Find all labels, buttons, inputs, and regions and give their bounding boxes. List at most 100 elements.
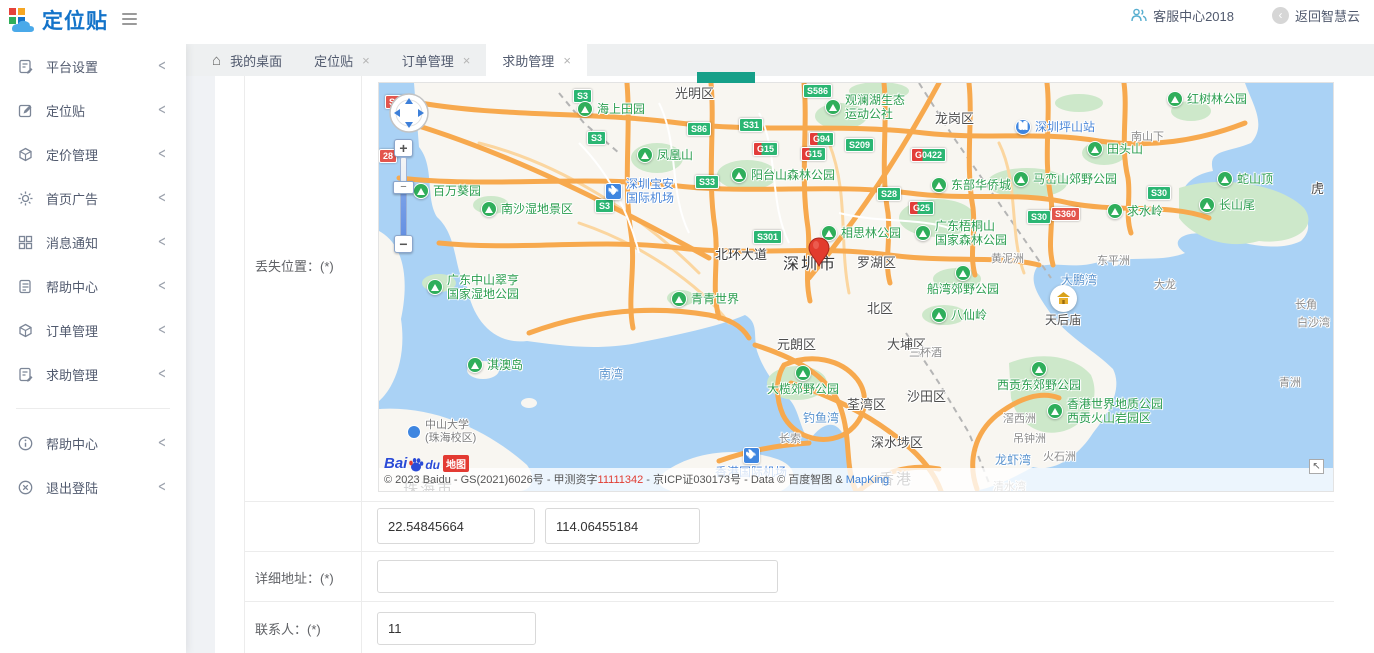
box-icon — [18, 323, 33, 338]
poi-label: 马峦山郊野公园 — [1033, 172, 1117, 186]
poi-label: 淇澳岛 — [487, 358, 523, 372]
map-poi: 八仙岭 — [931, 307, 987, 323]
sidebar-footer-item-1[interactable]: 退出登陆< — [0, 465, 186, 509]
zoom-in-button[interactable]: + — [394, 139, 413, 157]
map-label: 东平洲 — [1097, 255, 1130, 268]
box-icon — [18, 147, 33, 162]
sidebar-item-0[interactable]: 平台设置< — [0, 44, 186, 88]
sidebar-item-label: 帮助中心 — [46, 277, 98, 296]
app-title: 定位贴 — [42, 5, 108, 35]
map-poi: 青青世界 — [671, 291, 739, 307]
road-shield: S30 — [1027, 210, 1051, 224]
road-shield: S33 — [695, 175, 719, 189]
map-label: 滘西洲 — [1003, 413, 1036, 426]
map-poi: 蛇山顶 — [1217, 171, 1273, 187]
contact-input[interactable] — [377, 612, 536, 645]
map-metro-station: M深圳坪山站 — [1015, 119, 1095, 135]
poi-label: 相思林公园 — [841, 226, 901, 240]
park-pin-icon — [427, 279, 443, 295]
sidebar-item-4[interactable]: 消息通知< — [0, 220, 186, 264]
poi-label: 广东中山翠亨国家湿地公园 — [447, 273, 519, 302]
road-shield: S86 — [687, 122, 711, 136]
tab-3[interactable]: 求助管理× — [486, 44, 587, 76]
latitude-input[interactable] — [377, 508, 535, 544]
park-pin-icon — [955, 265, 971, 281]
sidebar-item-label: 定位贴 — [46, 101, 85, 120]
pan-to-origin-button[interactable]: ↖ — [1309, 459, 1324, 474]
sidebar-item-label: 定价管理 — [46, 145, 98, 164]
sidebar-item-6[interactable]: 订单管理< — [0, 308, 186, 352]
map-label: 白沙湾 — [1297, 317, 1330, 330]
station-label: 深圳坪山站 — [1035, 120, 1095, 134]
road-shield: S209 — [845, 138, 874, 152]
back-to-cloud[interactable]: ‹ 返回智慧云 — [1272, 6, 1360, 25]
baidu-logo: Bai du 地图 — [384, 455, 469, 472]
chevron-left-icon: < — [159, 365, 166, 383]
map-label: 北环大道 — [715, 247, 767, 263]
poi-label: 红树林公园 — [1187, 92, 1247, 106]
address-input[interactable] — [377, 560, 778, 593]
sidebar-item-7[interactable]: 求助管理 < — [0, 352, 186, 396]
attribution-segment: 11111342 — [598, 474, 644, 486]
map-poi: 观澜湖生态运动公社 — [825, 93, 905, 122]
plane-icon: ✈ — [743, 447, 760, 464]
map-label: 青洲 — [1279, 377, 1301, 390]
gear-icon — [18, 191, 33, 206]
sidebar-toggle-icon[interactable] — [122, 13, 137, 25]
close-tab-icon[interactable]: × — [563, 53, 571, 68]
road-shield: G15 — [753, 142, 778, 156]
map-attribution: © 2023 Baidu - GS(2021)6026号 - 甲测资字11111… — [379, 468, 1333, 491]
sidebar-footer-item-0[interactable]: 帮助中心< — [0, 421, 186, 465]
map-airport: ✈深圳宝安国际机场 — [605, 177, 674, 206]
sidebar-item-label: 求助管理 — [46, 365, 98, 384]
zoom-slider-handle[interactable]: − — [393, 181, 414, 194]
row-divider — [244, 551, 1334, 552]
map-label: 龙虾湾 — [995, 453, 1031, 467]
map-label: 龙岗区 — [935, 111, 974, 127]
longitude-input[interactable] — [545, 508, 700, 544]
tab-2[interactable]: 订单管理× — [386, 44, 487, 76]
location-marker-pin[interactable] — [808, 237, 830, 267]
map-label: 吊钟洲 — [1013, 433, 1046, 446]
baidu-map[interactable]: 光明区龙岗区南山下罗湖区北区元朗区大埔区荃湾区沙田区深水埗区三杯酒黄泥洲东平洲大… — [378, 82, 1334, 492]
park-pin-icon — [795, 365, 811, 381]
park-pin-icon — [467, 357, 483, 373]
user-menu[interactable]: 客服中心2018 — [1131, 6, 1234, 25]
park-pin-icon — [731, 167, 747, 183]
app-header: 定位贴 客服中心2018 ‹ 返回智慧云 — [0, 0, 1374, 44]
airport-label: 深圳宝安国际机场 — [626, 177, 674, 206]
zoom-out-button[interactable]: − — [394, 235, 413, 253]
tab-0[interactable]: ⌂我的桌面 — [196, 44, 298, 76]
map-label: 大龙 — [1154, 279, 1176, 292]
tab-1[interactable]: 定位贴× — [298, 44, 386, 76]
sidebar-item-label: 退出登陆 — [46, 478, 98, 497]
attribution-segment: - 京ICP证030173号 - Data © — [643, 474, 788, 486]
tab-bar: ⌂我的桌面定位贴×订单管理×求助管理× — [186, 44, 1374, 76]
baidu-paw-icon — [408, 457, 424, 472]
sidebar-item-3[interactable]: 首页广告< — [0, 176, 186, 220]
app-logo: 定位贴 — [8, 5, 108, 35]
users-icon — [1131, 8, 1147, 22]
map-poi: 百万葵园 — [413, 183, 481, 199]
back-label: 返回智慧云 — [1295, 6, 1360, 25]
map-label: 三杯酒 — [909, 347, 942, 360]
clipped-teal-element — [697, 72, 755, 83]
chevron-left-icon: < — [159, 57, 166, 75]
poi-label: 大榄郊野公园 — [767, 382, 839, 396]
road-shield: G94 — [809, 132, 834, 146]
logout-icon — [18, 480, 33, 495]
sidebar-item-label: 消息通知 — [46, 233, 98, 252]
sidebar-item-2[interactable]: 定价管理< — [0, 132, 186, 176]
map-compass-control[interactable] — [388, 92, 430, 134]
close-tab-icon[interactable]: × — [463, 53, 471, 68]
table-border-left — [244, 76, 245, 653]
doc-icon — [18, 279, 33, 294]
road-shield: S31 — [739, 118, 763, 132]
sidebar-item-5[interactable]: 帮助中心< — [0, 264, 186, 308]
map-poi: 田头山 — [1087, 141, 1143, 157]
close-tab-icon[interactable]: × — [362, 53, 370, 68]
main-content: 丢失位置：(*) 详细地址：(*) 联系人：(*) — [186, 76, 1374, 653]
map-label: 沙田区 — [907, 389, 946, 405]
map-label: 南湾 — [599, 367, 623, 381]
sidebar-item-1[interactable]: 定位贴< — [0, 88, 186, 132]
